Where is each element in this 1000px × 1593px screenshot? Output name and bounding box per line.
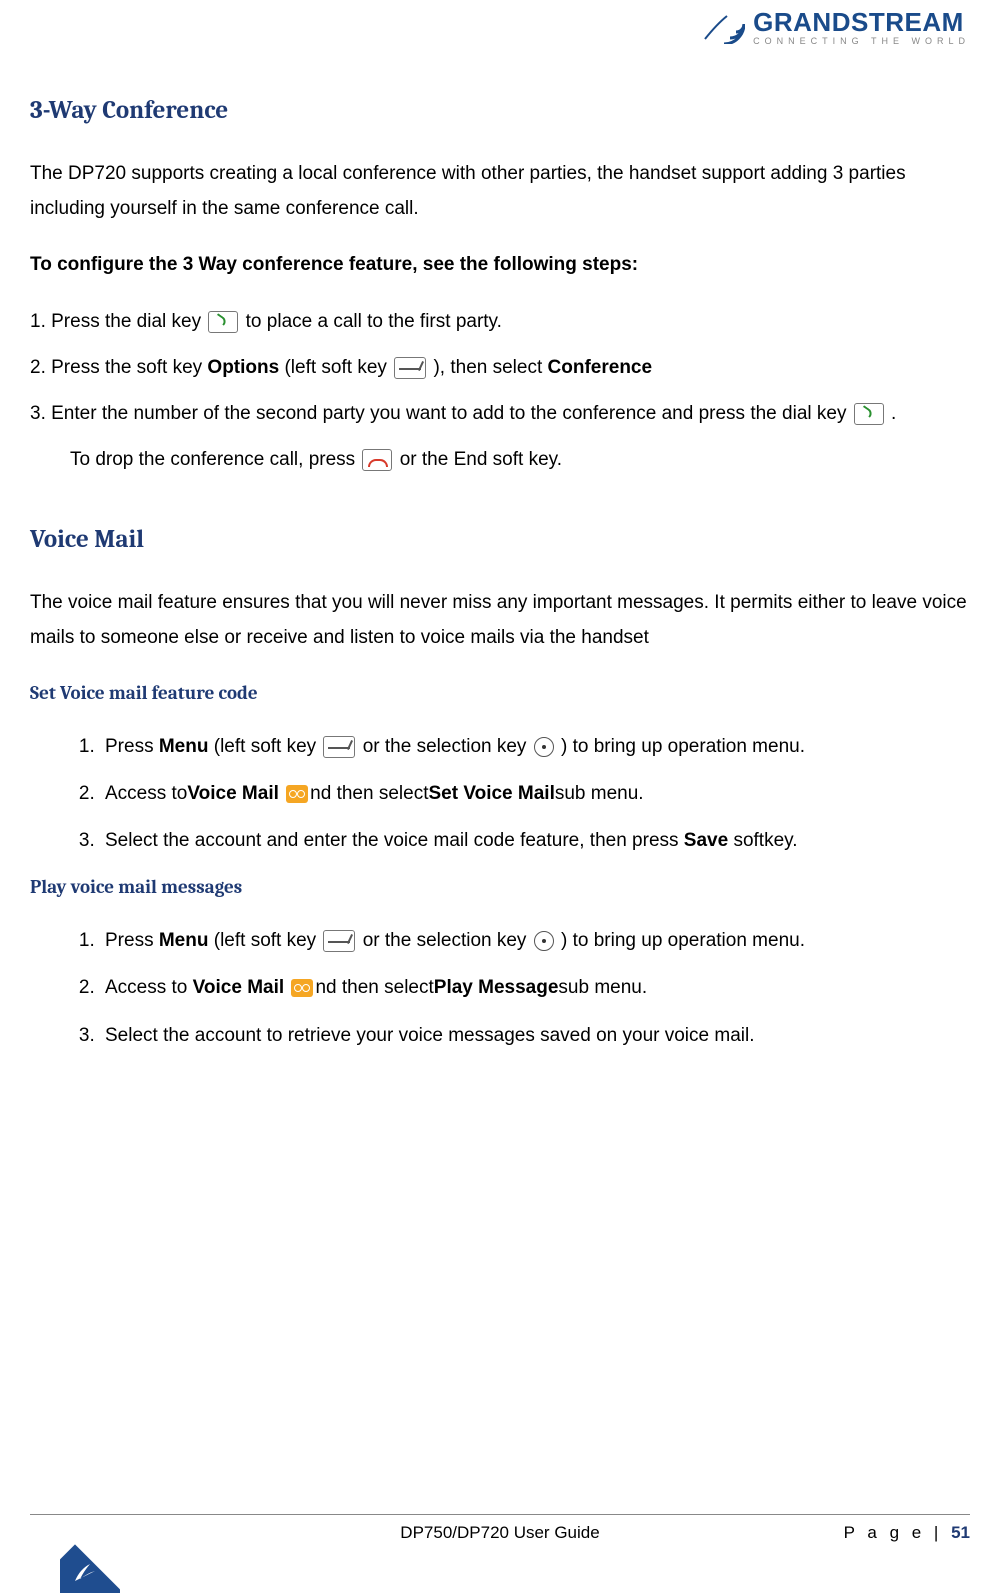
subheading-play-vm: Play voice mail messages <box>30 870 970 905</box>
text-bold: Conference <box>548 357 653 378</box>
text: nd then select <box>315 977 433 998</box>
text: ) to bring up operation menu. <box>561 930 805 951</box>
page-footer: DP750/DP720 User Guide P a g e | 51 <box>30 1514 970 1543</box>
voicemail-icon <box>291 979 313 997</box>
text: sub menu. <box>555 783 644 804</box>
list-item: Access to Voice Mail nd then selectPlay … <box>100 970 970 1005</box>
step-2: 2. Press the soft key Options (left soft… <box>30 350 970 386</box>
text: (left soft key <box>214 930 322 951</box>
text-bold: Options <box>207 357 279 378</box>
set-vm-list: Press Menu (left soft key or the selecti… <box>100 729 970 858</box>
step-3: 3. Enter the number of the second party … <box>30 396 970 432</box>
text: . <box>891 403 896 424</box>
text: (left soft key <box>284 357 392 378</box>
text-bold: Menu <box>159 736 209 757</box>
dial-key-icon <box>854 403 884 425</box>
heading-voice-mail: Voice Mail <box>30 517 970 563</box>
page-label: P a g e | <box>844 1523 951 1542</box>
text: 2. Press the soft key <box>30 357 207 378</box>
heading-3-way-conference: 3-Way Conference <box>30 88 970 134</box>
softkey-icon <box>323 930 355 952</box>
text: Press <box>105 736 159 757</box>
list-item: Press Menu (left soft key or the selecti… <box>100 923 970 958</box>
header-logo: GRANDSTREAM CONNECTING THE WORLD <box>697 4 970 49</box>
step-3-sub: To drop the conference call, press or th… <box>70 442 970 477</box>
footer-doc-title: DP750/DP720 User Guide <box>230 1523 770 1543</box>
text-bold: Menu <box>159 930 209 951</box>
text: 1. Press the dial key <box>30 311 206 332</box>
text: or the selection key <box>363 736 527 757</box>
text: ), then select <box>433 357 547 378</box>
text: Access to <box>105 977 193 998</box>
dial-key-icon <box>208 311 238 333</box>
text: Access to <box>105 783 187 804</box>
selection-key-icon <box>534 931 554 951</box>
logo-mark-icon <box>697 4 745 49</box>
corner-badge-icon <box>60 1533 120 1593</box>
text: Press <box>105 930 159 951</box>
document-body: 3-Way Conference The DP720 supports crea… <box>30 0 970 1053</box>
text-bold: Play Message <box>434 977 559 998</box>
step-1: 1. Press the dial key to place a call to… <box>30 304 970 340</box>
text: (left soft key <box>214 736 322 757</box>
softkey-icon <box>323 736 355 758</box>
text: ) to bring up operation menu. <box>561 736 805 757</box>
voicemail-icon <box>286 785 308 803</box>
text: Select the account and enter the voice m… <box>105 830 684 851</box>
text: sub menu. <box>558 977 647 998</box>
text: to place a call to the first party. <box>246 311 502 332</box>
paragraph: The DP720 supports creating a local conf… <box>30 156 970 226</box>
selection-key-icon <box>534 737 554 757</box>
text-bold: Set Voice Mail <box>428 783 554 804</box>
logo-tagline: CONNECTING THE WORLD <box>753 36 970 46</box>
list-item: Select the account and enter the voice m… <box>100 823 970 858</box>
text-bold: Voice Mail <box>193 977 285 998</box>
text: To drop the conference call, press <box>70 449 360 470</box>
text-bold: Save <box>684 830 728 851</box>
paragraph: The voice mail feature ensures that you … <box>30 585 970 655</box>
text: nd then select <box>310 783 428 804</box>
logo-brand: GRANDSTREAM <box>753 7 970 38</box>
config-heading: To configure the 3 Way conference featur… <box>30 247 970 282</box>
list-item: Access toVoice Mail nd then selectSet Vo… <box>100 776 970 811</box>
page-number: 51 <box>951 1523 970 1542</box>
text: softkey. <box>728 830 797 851</box>
text: or the End soft key. <box>400 449 562 470</box>
list-item: Select the account to retrieve your voic… <box>100 1018 970 1053</box>
text: 3. Enter the number of the second party … <box>30 403 846 424</box>
softkey-icon <box>394 357 426 379</box>
subheading-set-vm-code: Set Voice mail feature code <box>30 676 970 711</box>
text: or the selection key <box>363 930 527 951</box>
text-bold: Voice Mail <box>187 783 279 804</box>
footer-page: P a g e | 51 <box>770 1523 970 1543</box>
play-vm-list: Press Menu (left soft key or the selecti… <box>100 923 970 1052</box>
list-item: Press Menu (left soft key or the selecti… <box>100 729 970 764</box>
hangup-key-icon <box>362 449 392 471</box>
